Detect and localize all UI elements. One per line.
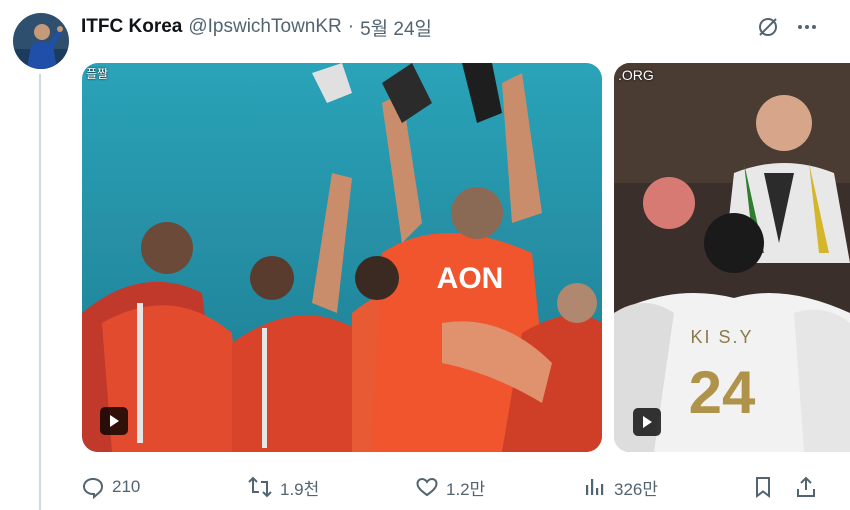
action-bar: 210 1.9천 1.2만 326만 <box>81 470 821 504</box>
bookmark-button[interactable] <box>751 470 782 504</box>
avatar[interactable] <box>13 13 69 69</box>
media-gif-1[interactable]: AON 플짤 <box>82 63 602 452</box>
like-button[interactable]: 1.2만 <box>415 470 485 504</box>
share-icon <box>797 476 815 497</box>
grok-icon[interactable] <box>754 13 782 41</box>
views-icon <box>586 479 604 495</box>
like-count: 1.2만 <box>446 479 486 499</box>
retweet-button[interactable]: 1.9천 <box>247 470 319 504</box>
play-icon[interactable] <box>100 407 128 435</box>
thread-line <box>39 74 41 510</box>
jersey-number: 24 <box>689 359 756 426</box>
retweet-icon <box>248 476 272 498</box>
reply-icon <box>82 477 104 499</box>
media-overlay-label: 플짤 <box>86 67 109 81</box>
user-handle[interactable]: @IpswichTownKR <box>188 16 341 38</box>
jersey-name: KI S.Y <box>690 327 753 347</box>
like-icon <box>416 477 438 497</box>
more-icon[interactable] <box>793 13 821 41</box>
retweet-count: 1.9천 <box>280 479 320 499</box>
tweet-header: ITFC Korea @IpswichTownKR · 5월 24일 <box>81 14 432 40</box>
display-name[interactable]: ITFC Korea <box>81 16 182 38</box>
timestamp[interactable]: 5월 24일 <box>360 14 432 41</box>
share-button[interactable] <box>794 470 825 504</box>
views-button[interactable]: 326만 <box>583 470 658 504</box>
reply-count: 210 <box>112 477 141 496</box>
separator-dot: · <box>347 16 355 37</box>
bookmark-icon <box>756 477 770 498</box>
views-count: 326만 <box>614 479 659 499</box>
media-gif-2[interactable]: KI S.Y 24 .ORG <box>614 63 850 452</box>
play-icon[interactable] <box>633 408 661 436</box>
shirt-text: AON <box>437 262 504 295</box>
media-overlay-label-2: .ORG <box>618 67 654 83</box>
reply-button[interactable]: 210 <box>81 470 140 504</box>
